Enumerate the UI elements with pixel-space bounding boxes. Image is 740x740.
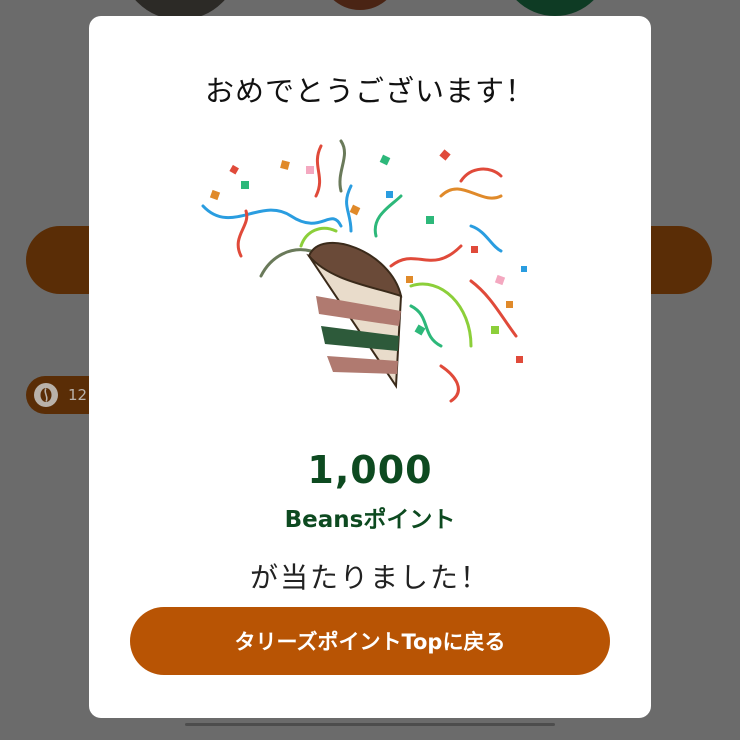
party-popper-icon (201, 139, 527, 403)
points-value: 1,000 (307, 448, 433, 492)
congratulations-modal: おめでとうございます！ 1,000 Beansポイント が当たりました！ タリー… (89, 16, 651, 718)
background-artwork-middle (320, 0, 400, 10)
background-artwork-right (500, 0, 610, 16)
modal-title: おめでとうございます！ (204, 74, 535, 108)
back-to-points-top-button[interactable]: タリーズポイントTopに戻る (130, 607, 610, 675)
coffee-bean-icon (34, 383, 58, 407)
background-chip-text: 12 (68, 386, 88, 404)
points-unit: Beansポイント (284, 507, 456, 533)
scrollbar (185, 723, 555, 726)
won-message: が当たりました！ (249, 561, 490, 594)
